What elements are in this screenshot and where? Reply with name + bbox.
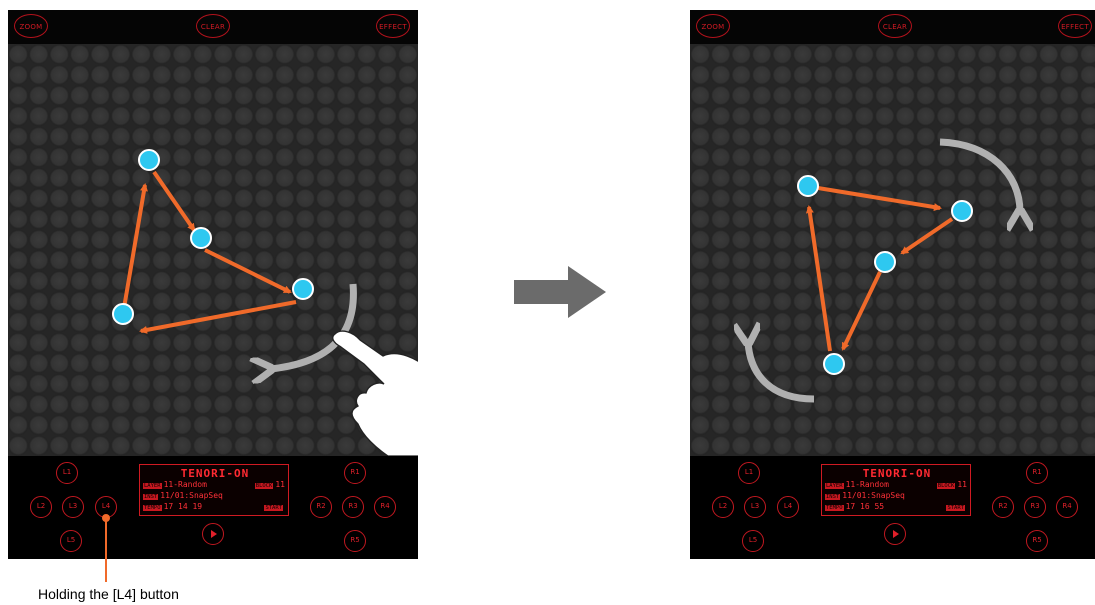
device-panel-after: ZOOM CLEAR EFFECT L1 L2 L3 L4 L5 TENORI-… xyxy=(690,10,1095,559)
r2-button[interactable]: R2 xyxy=(992,496,1014,518)
tempo-value: 17 14 19 xyxy=(163,502,203,511)
effect-button[interactable]: EFFECT xyxy=(376,14,410,38)
block-value: 11 xyxy=(957,480,967,489)
block-tag: BLOCK xyxy=(936,483,956,489)
l3-button[interactable]: L3 xyxy=(744,496,766,518)
lcd-display: TENORI-ON LAYER 11-Random BLOCK 11 INST 11/… xyxy=(821,464,971,516)
note-node[interactable] xyxy=(874,251,896,273)
r4-button[interactable]: R4 xyxy=(374,496,396,518)
inst-tag: INST xyxy=(143,494,159,500)
block-value: 11 xyxy=(275,480,285,489)
lcd-layer-row: LAYER 11-Random BLOCK 11 xyxy=(143,480,285,490)
r5-button[interactable]: R5 xyxy=(1026,530,1048,552)
device-panel-before: ZOOM CLEAR EFFECT L1 L2 L3 L4 L5 TENORI-… xyxy=(8,10,418,559)
r2-button[interactable]: R2 xyxy=(310,496,332,518)
rotate-cw-icon xyxy=(939,138,1020,212)
r1-button[interactable]: R1 xyxy=(344,462,366,484)
effect-button[interactable]: EFFECT xyxy=(1058,14,1092,38)
inst-tag: INST xyxy=(825,494,841,500)
l4-button[interactable]: L4 xyxy=(777,496,799,518)
r3-button[interactable]: R3 xyxy=(342,496,364,518)
lcd-tempo-row: TEMPO 17 16 55 START xyxy=(825,502,967,512)
r3-button[interactable]: R3 xyxy=(1024,496,1046,518)
l4-button[interactable]: L4 xyxy=(95,496,117,518)
l1-button[interactable]: L1 xyxy=(56,462,78,484)
lcd-layer-row: LAYER 11-Random BLOCK 11 xyxy=(825,480,967,490)
tempo-tag: TEMPO xyxy=(143,505,162,511)
layer-tag: LAYER xyxy=(143,483,162,489)
pattern-overlay xyxy=(690,138,1095,403)
r1-button[interactable]: R1 xyxy=(1026,462,1048,484)
path-arrow xyxy=(204,248,292,294)
path-arrow xyxy=(805,205,832,352)
path-arrow xyxy=(817,186,942,211)
top-bar: ZOOM CLEAR EFFECT xyxy=(690,10,1095,44)
path-arrow xyxy=(152,170,196,232)
note-node[interactable] xyxy=(797,175,819,197)
control-bar: L1 L2 L3 L4 L5 TENORI-ON LAYER 11-Random … xyxy=(8,456,418,559)
start-tag: START xyxy=(946,505,965,511)
l5-button[interactable]: L5 xyxy=(742,530,764,552)
note-node[interactable] xyxy=(112,303,134,325)
l1-button[interactable]: L1 xyxy=(738,462,760,484)
path-arrow xyxy=(841,271,882,351)
rotate-ccw-icon xyxy=(748,342,815,403)
clear-button[interactable]: CLEAR xyxy=(196,14,230,38)
lcd-display: TENORI-ON LAYER 11-Random BLOCK 11 INST 11/… xyxy=(139,464,289,516)
lcd-title: TENORI-ON xyxy=(180,467,250,480)
r5-button[interactable]: R5 xyxy=(344,530,366,552)
lcd-tempo-row: TEMPO 17 14 19 START xyxy=(143,502,285,512)
note-node[interactable] xyxy=(138,149,160,171)
lcd-inst-row: INST 11/01:SnapSeq xyxy=(143,491,285,501)
note-node[interactable] xyxy=(292,278,314,300)
path-arrow xyxy=(900,217,954,255)
tempo-tag: TEMPO xyxy=(825,505,844,511)
layer-value: 11-Random xyxy=(845,480,889,489)
rotate-ccw-icon xyxy=(270,283,357,369)
transition-arrow-icon xyxy=(514,266,606,318)
layer-value: 11-Random xyxy=(163,480,207,489)
finger-icon xyxy=(332,330,418,457)
note-node[interactable] xyxy=(190,227,212,249)
inst-value: 11/01:SnapSeq xyxy=(160,491,223,500)
caption: Holding the [L4] button xyxy=(38,586,179,602)
start-tag: START xyxy=(264,505,283,511)
l2-button[interactable]: L2 xyxy=(30,496,52,518)
lcd-title: TENORI-ON xyxy=(862,467,932,480)
clear-button[interactable]: CLEAR xyxy=(878,14,912,38)
note-node[interactable] xyxy=(823,353,845,375)
l3-button[interactable]: L3 xyxy=(62,496,84,518)
zoom-button[interactable]: ZOOM xyxy=(696,14,730,38)
l2-button[interactable]: L2 xyxy=(712,496,734,518)
led-grid[interactable] xyxy=(8,44,418,457)
zoom-button[interactable]: ZOOM xyxy=(14,14,48,38)
path-arrow xyxy=(139,300,297,334)
layer-tag: LAYER xyxy=(825,483,844,489)
top-bar: ZOOM CLEAR EFFECT xyxy=(8,10,418,44)
control-bar: L1 L2 L3 L4 L5 TENORI-ON LAYER 11-Random … xyxy=(690,456,1095,559)
block-tag: BLOCK xyxy=(254,483,274,489)
l5-button[interactable]: L5 xyxy=(60,530,82,552)
tempo-value: 17 16 55 xyxy=(845,502,885,511)
r4-button[interactable]: R4 xyxy=(1056,496,1078,518)
play-button[interactable] xyxy=(884,523,906,545)
path-arrow xyxy=(122,183,148,309)
play-button[interactable] xyxy=(202,523,224,545)
lcd-inst-row: INST 11/01:SnapSeq xyxy=(825,491,967,501)
led-grid[interactable] xyxy=(690,44,1095,456)
note-node[interactable] xyxy=(951,200,973,222)
pattern-overlay xyxy=(112,149,418,457)
inst-value: 11/01:SnapSeq xyxy=(842,491,905,500)
